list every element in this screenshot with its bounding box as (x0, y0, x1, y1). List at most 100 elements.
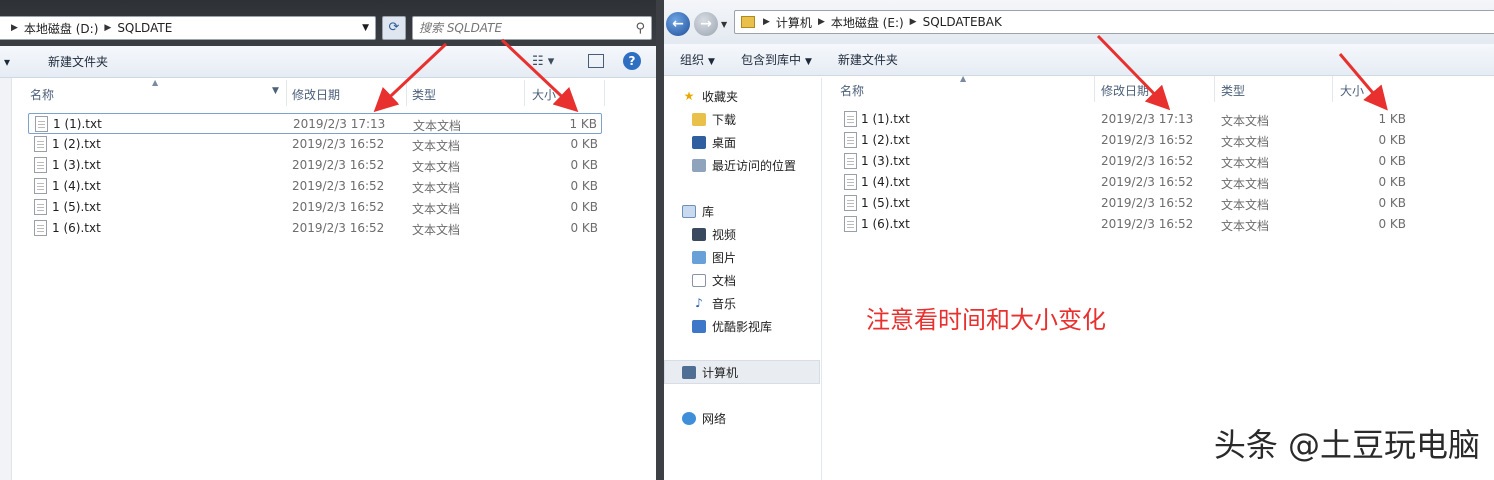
explorer-window-right: ← → ▼ ▶ 计算机 ▶ 本地磁盘 (E:) ▶ SQLDATEBAK 组织 ▼… (664, 0, 1494, 480)
address-bar[interactable]: ▶ 本地磁盘 (D:) ▶ SQLDATE ▼ (0, 16, 376, 40)
column-date[interactable]: 修改日期 (1101, 82, 1149, 99)
breadcrumb-computer[interactable]: 计算机 (776, 14, 812, 31)
column-filter-icon[interactable]: ▼ (272, 86, 279, 96)
file-type: 文本文档 (412, 202, 461, 216)
table-row[interactable]: 1 (5).txt 2019/2/3 16:52 文本文档 0 KB (28, 197, 602, 218)
table-row[interactable]: 1 (2).txt 2019/2/3 16:52 文本文档 0 KB (838, 130, 1410, 151)
table-row[interactable]: 1 (1).txt 2019/2/3 17:13 文本文档 1 KB (838, 109, 1410, 130)
search-icon[interactable]: ⚲ (635, 21, 645, 36)
file-list: 1 (1).txt 2019/2/3 17:13 文本文档 1 KB 1 (2)… (28, 113, 602, 243)
table-row[interactable]: 1 (6).txt 2019/2/3 16:52 文本文档 0 KB (28, 218, 602, 239)
column-divider[interactable] (1332, 76, 1333, 102)
breadcrumb-folder[interactable]: SQLDATEBAK (923, 15, 1002, 29)
toolbar-caret-icon[interactable]: ▾ (0, 51, 20, 73)
chevron-down-icon: ▼ (708, 57, 715, 67)
column-divider[interactable] (1094, 76, 1095, 102)
forward-icon[interactable]: → (694, 12, 718, 36)
nav-downloads[interactable]: 下载 (692, 111, 736, 128)
nav-favorites[interactable]: ★ 收藏夹 (682, 88, 738, 105)
new-folder-button[interactable]: 新建文件夹 (38, 49, 118, 74)
nav-documents[interactable]: 文档 (692, 272, 736, 289)
table-row[interactable]: 1 (3).txt 2019/2/3 16:52 文本文档 0 KB (838, 151, 1410, 172)
address-dropdown-icon[interactable]: ▼ (362, 23, 369, 33)
view-options-icon[interactable]: ☷ ▾ (532, 54, 554, 69)
table-row[interactable]: 1 (2).txt 2019/2/3 16:52 文本文档 0 KB (28, 134, 602, 155)
nav-computer[interactable]: 计算机 (682, 364, 738, 381)
file-name: 1 (1).txt (53, 117, 102, 131)
breadcrumb-folder[interactable]: SQLDATE (117, 21, 172, 35)
search-box[interactable]: ⚲ (412, 16, 652, 40)
file-type: 文本文档 (1221, 135, 1270, 149)
computer-icon (682, 366, 696, 379)
breadcrumb-arrow-icon: ▶ (763, 17, 770, 27)
toolbar: ▾ 新建文件夹 ☷ ▾ ? (0, 46, 656, 78)
video-icon (692, 228, 706, 241)
breadcrumb-drive[interactable]: 本地磁盘 (D:) (24, 20, 98, 37)
table-row[interactable]: 1 (6).txt 2019/2/3 16:52 文本文档 0 KB (838, 214, 1410, 235)
column-size[interactable]: 大小 (1340, 82, 1364, 99)
file-type: 文本文档 (413, 119, 462, 133)
sort-ascending-icon: ▲ (960, 74, 967, 83)
new-folder-button[interactable]: 新建文件夹 (828, 47, 908, 72)
nav-libraries[interactable]: 库 (682, 203, 714, 220)
nav-pictures[interactable]: 图片 (692, 249, 736, 266)
address-bar[interactable]: ▶ 计算机 ▶ 本地磁盘 (E:) ▶ SQLDATEBAK (734, 10, 1494, 34)
breadcrumb-arrow-icon: ▶ (909, 17, 917, 27)
nav-desktop-label: 桌面 (712, 136, 737, 150)
nav-youku[interactable]: 优酷影视库 (692, 318, 772, 335)
breadcrumb-arrow-icon: ▶ (817, 17, 825, 27)
table-row[interactable]: 1 (1).txt 2019/2/3 17:13 文本文档 1 KB (28, 113, 602, 134)
window-gap (656, 0, 664, 480)
column-divider[interactable] (524, 80, 525, 106)
column-divider[interactable] (604, 80, 605, 106)
file-type: 文本文档 (412, 181, 461, 195)
nav-music[interactable]: ♪ 音乐 (692, 295, 736, 312)
refresh-icon[interactable]: ⟳ (382, 16, 406, 40)
column-name[interactable]: 名称 (30, 86, 54, 103)
nav-favorites-label: 收藏夹 (702, 90, 739, 104)
preview-pane-icon[interactable] (588, 54, 604, 68)
column-size[interactable]: 大小 (532, 86, 556, 103)
nav-desktop[interactable]: 桌面 (692, 134, 736, 151)
file-date: 2019/2/3 16:52 (1101, 133, 1194, 147)
column-divider[interactable] (1214, 76, 1215, 102)
search-input[interactable] (419, 21, 636, 35)
table-row[interactable]: 1 (4).txt 2019/2/3 16:52 文本文档 0 KB (28, 176, 602, 197)
column-date[interactable]: 修改日期 (292, 86, 340, 103)
nav-network[interactable]: 网络 (682, 410, 726, 427)
organize-button[interactable]: 组织 ▼ (670, 47, 725, 72)
include-in-library-button[interactable]: 包含到库中 ▼ (731, 47, 822, 72)
breadcrumb-arrow-icon: ▶ (104, 23, 112, 33)
nav-recent[interactable]: 最近访问的位置 (692, 157, 796, 174)
table-row[interactable]: 1 (4).txt 2019/2/3 16:52 文本文档 0 KB (838, 172, 1410, 193)
file-name: 1 (3).txt (861, 154, 910, 168)
nav-libraries-label: 库 (702, 205, 715, 219)
file-date: 2019/2/3 16:52 (292, 179, 385, 193)
history-dropdown-icon[interactable]: ▼ (721, 20, 727, 29)
column-type[interactable]: 类型 (1221, 82, 1245, 99)
nav-pane-edge (0, 78, 12, 480)
nav-videos[interactable]: 视频 (692, 226, 736, 243)
table-row[interactable]: 1 (5).txt 2019/2/3 16:52 文本文档 0 KB (838, 193, 1410, 214)
file-size: 0 KB (570, 179, 598, 193)
file-name: 1 (6).txt (52, 221, 101, 235)
file-type: 文本文档 (1221, 156, 1270, 170)
file-name: 1 (2).txt (52, 137, 101, 151)
sort-ascending-icon: ▲ (152, 78, 159, 87)
column-name[interactable]: 名称 (840, 82, 864, 99)
star-icon: ★ (683, 89, 695, 103)
column-divider[interactable] (286, 80, 287, 106)
file-name: 1 (5).txt (52, 200, 101, 214)
breadcrumb-drive[interactable]: 本地磁盘 (E:) (831, 14, 904, 31)
annotation-text: 注意看时间和大小变化 (866, 306, 1106, 334)
file-type: 文本文档 (412, 223, 461, 237)
help-icon[interactable]: ? (623, 52, 641, 70)
back-icon[interactable]: ← (666, 12, 690, 36)
nav-computer-label: 计算机 (702, 366, 739, 380)
column-divider[interactable] (406, 80, 407, 106)
table-row[interactable]: 1 (3).txt 2019/2/3 16:52 文本文档 0 KB (28, 155, 602, 176)
nav-documents-label: 文档 (712, 274, 737, 288)
file-size: 0 KB (1378, 133, 1406, 147)
column-type[interactable]: 类型 (412, 86, 436, 103)
text-file-icon (844, 153, 857, 169)
